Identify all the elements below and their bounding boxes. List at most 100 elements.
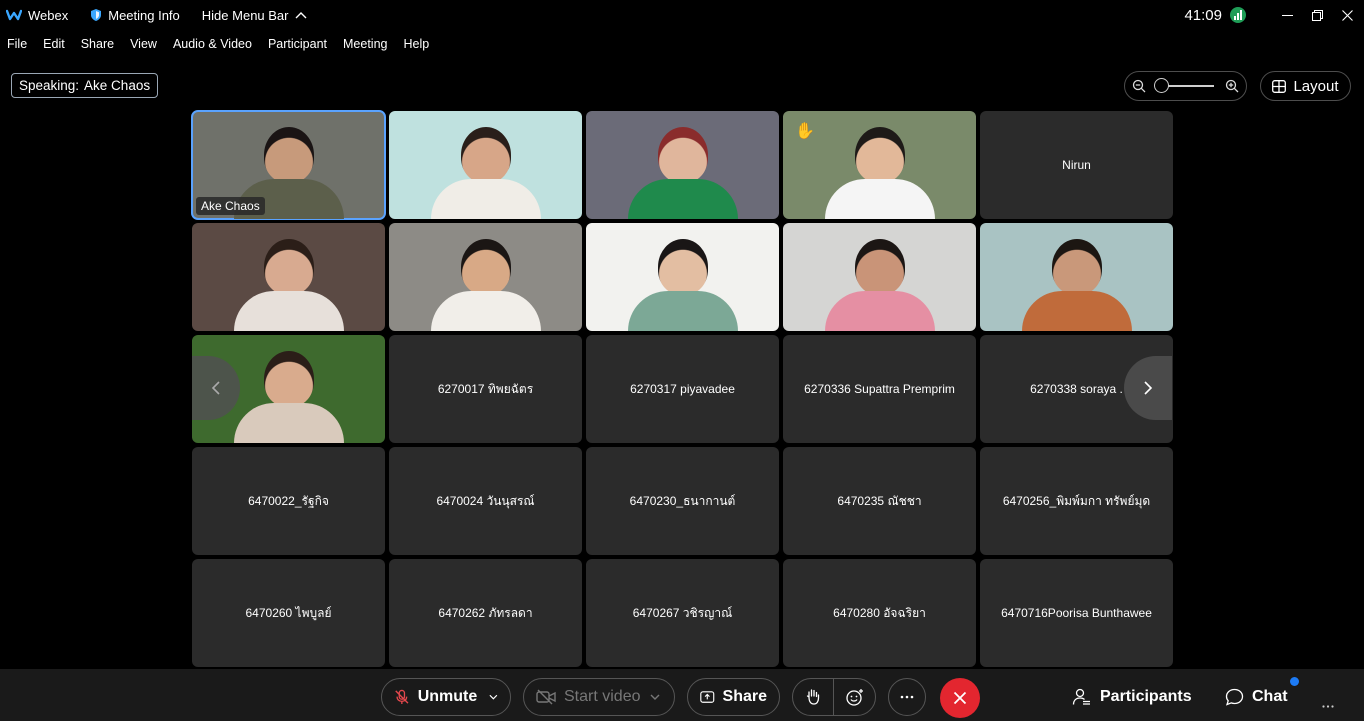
raise-hand-icon	[806, 689, 820, 705]
emoji-reaction-icon	[845, 689, 863, 706]
leave-meeting-button[interactable]	[940, 678, 980, 718]
video-tile[interactable]	[980, 223, 1173, 331]
video-tile[interactable]	[586, 111, 779, 219]
video-tile[interactable]	[389, 111, 582, 219]
speaking-name: Ake Chaos	[84, 78, 151, 93]
speaking-indicator: Speaking: Ake Chaos	[11, 73, 159, 98]
video-tile[interactable]: ✋	[783, 111, 976, 219]
menu-view[interactable]: View	[130, 37, 157, 51]
zoom-out-icon[interactable]	[1132, 79, 1146, 93]
participant-name: 6470230_ธนากานต์	[629, 493, 736, 508]
grid-layout-icon	[1272, 79, 1287, 93]
participants-button[interactable]: Participants	[1072, 678, 1192, 716]
menu-audio-video[interactable]: Audio & Video	[173, 37, 252, 51]
restore-icon	[1311, 9, 1323, 21]
start-video-button[interactable]: Start video	[523, 678, 675, 716]
video-tile[interactable]	[389, 223, 582, 331]
shield-icon	[91, 9, 102, 21]
minimize-button[interactable]	[1272, 0, 1302, 30]
network-signal-icon[interactable]	[1230, 7, 1246, 23]
chat-button[interactable]: Chat	[1225, 678, 1288, 716]
participants-label: Participants	[1100, 688, 1192, 705]
name-tile[interactable]: 6270017 ทิพยฉัตร	[389, 335, 582, 443]
zoom-control	[1124, 71, 1247, 101]
restore-button[interactable]	[1302, 0, 1332, 30]
video-tile[interactable]	[586, 223, 779, 331]
menu-file[interactable]: File	[7, 37, 27, 51]
name-tile[interactable]: 6470260 ไพบูลย์	[192, 559, 385, 667]
menu-bar: File Edit Share View Audio & Video Parti…	[0, 33, 431, 55]
name-tile[interactable]: 6270317 piyavadee	[586, 335, 779, 443]
participant-video	[430, 239, 541, 331]
hide-menu-bar-button[interactable]: Hide Menu Bar	[202, 8, 307, 23]
meeting-info-button[interactable]: Meeting Info	[90, 8, 180, 23]
name-tile[interactable]: 6470280 อัจฉริยา	[783, 559, 976, 667]
webex-logo-icon	[6, 9, 22, 21]
chevron-left-icon	[211, 381, 220, 395]
app-name: Webex	[28, 7, 69, 23]
name-tile[interactable]: 6470256_พิมพ์มกา ทรัพย์มุด	[980, 447, 1173, 555]
unmute-button[interactable]: Unmute	[381, 678, 511, 716]
more-options-button[interactable]	[888, 678, 926, 716]
participant-video	[627, 127, 738, 219]
name-tile[interactable]: 6470230_ธนากานต์	[586, 447, 779, 555]
name-tile[interactable]: 6470024 วันนุสรณ์	[389, 447, 582, 555]
name-tile[interactable]: 6470022_รัฐกิจ	[192, 447, 385, 555]
close-window-button[interactable]	[1332, 0, 1362, 30]
close-icon	[953, 691, 967, 705]
close-icon	[1341, 9, 1353, 21]
raised-hand-icon: ✋	[795, 123, 815, 140]
chevron-down-icon[interactable]	[650, 694, 660, 700]
start-video-label: Start video	[564, 688, 641, 705]
participant-name: 6470022_รัฐกิจ	[248, 493, 329, 508]
name-tile[interactable]: 6270336 Supattra Premprim	[783, 335, 976, 443]
chevron-up-icon	[295, 12, 306, 19]
menu-help[interactable]: Help	[403, 37, 429, 51]
zoom-slider[interactable]	[1153, 78, 1214, 93]
participant-name: 6470267 วชิรญาณ์	[632, 605, 733, 620]
layout-button[interactable]: Layout	[1260, 71, 1351, 101]
menu-participant[interactable]: Participant	[268, 37, 327, 51]
raise-hand-button[interactable]	[793, 678, 835, 716]
participant-name: Nirun	[1062, 158, 1091, 172]
participant-name: 6270336 Supattra Premprim	[804, 382, 955, 396]
minimize-icon	[1281, 14, 1293, 16]
participant-name: 6270017 ทิพยฉัตร	[437, 381, 534, 396]
chat-notification-badge	[1290, 677, 1299, 686]
name-tile[interactable]: 6470262 ภัทรลดา	[389, 559, 582, 667]
chevron-right-icon	[1144, 381, 1153, 395]
more-menu-button[interactable]	[1322, 695, 1334, 713]
meeting-controls-bar: Unmute Start video Share Participants Ch…	[0, 669, 1364, 721]
participant-name: 6470256_พิมพ์มกา ทรัพย์มุด	[1002, 493, 1151, 508]
name-tile[interactable]: 6470235 ณัชชา	[783, 447, 976, 555]
participant-video	[233, 239, 344, 331]
reactions-button[interactable]	[834, 678, 875, 716]
participant-name: 6270338 soraya .	[1030, 382, 1123, 396]
chat-label: Chat	[1252, 688, 1288, 705]
share-button[interactable]: Share	[687, 678, 780, 716]
menu-edit[interactable]: Edit	[43, 37, 65, 51]
participant-name: 6470280 อัจฉริยา	[833, 605, 926, 620]
meeting-timer: 41:09	[1184, 6, 1222, 24]
video-tile[interactable]	[783, 223, 976, 331]
name-tile[interactable]: 6470716Poorisa Bunthawee	[980, 559, 1173, 667]
layout-label: Layout	[1293, 77, 1339, 95]
video-tile[interactable]: Ake Chaos	[191, 110, 386, 220]
title-bar: Webex Meeting Info Hide Menu Bar 41:09	[0, 0, 1364, 30]
zoom-in-icon[interactable]	[1225, 79, 1239, 93]
webex-app[interactable]: Webex	[6, 8, 68, 23]
speaking-prefix: Speaking:	[19, 78, 80, 93]
chevron-down-icon[interactable]	[489, 694, 498, 700]
hide-menu-label: Hide Menu Bar	[201, 7, 289, 23]
video-off-icon	[536, 689, 556, 705]
participant-grid: Ake Chaos ✋ Nirun 6270017 ทิพยฉัตร 62703…	[191, 110, 1173, 668]
menu-meeting[interactable]: Meeting	[343, 37, 387, 51]
name-tile[interactable]: 6470267 วชิรญาณ์	[586, 559, 779, 667]
participant-video	[824, 127, 935, 219]
participant-name: 6470024 วันนุสรณ์	[436, 493, 535, 508]
menu-share[interactable]: Share	[81, 37, 114, 51]
name-tile[interactable]: Nirun	[980, 111, 1173, 219]
video-tile[interactable]	[192, 223, 385, 331]
zoom-slider-handle[interactable]	[1153, 78, 1169, 93]
reactions-group	[792, 678, 876, 716]
